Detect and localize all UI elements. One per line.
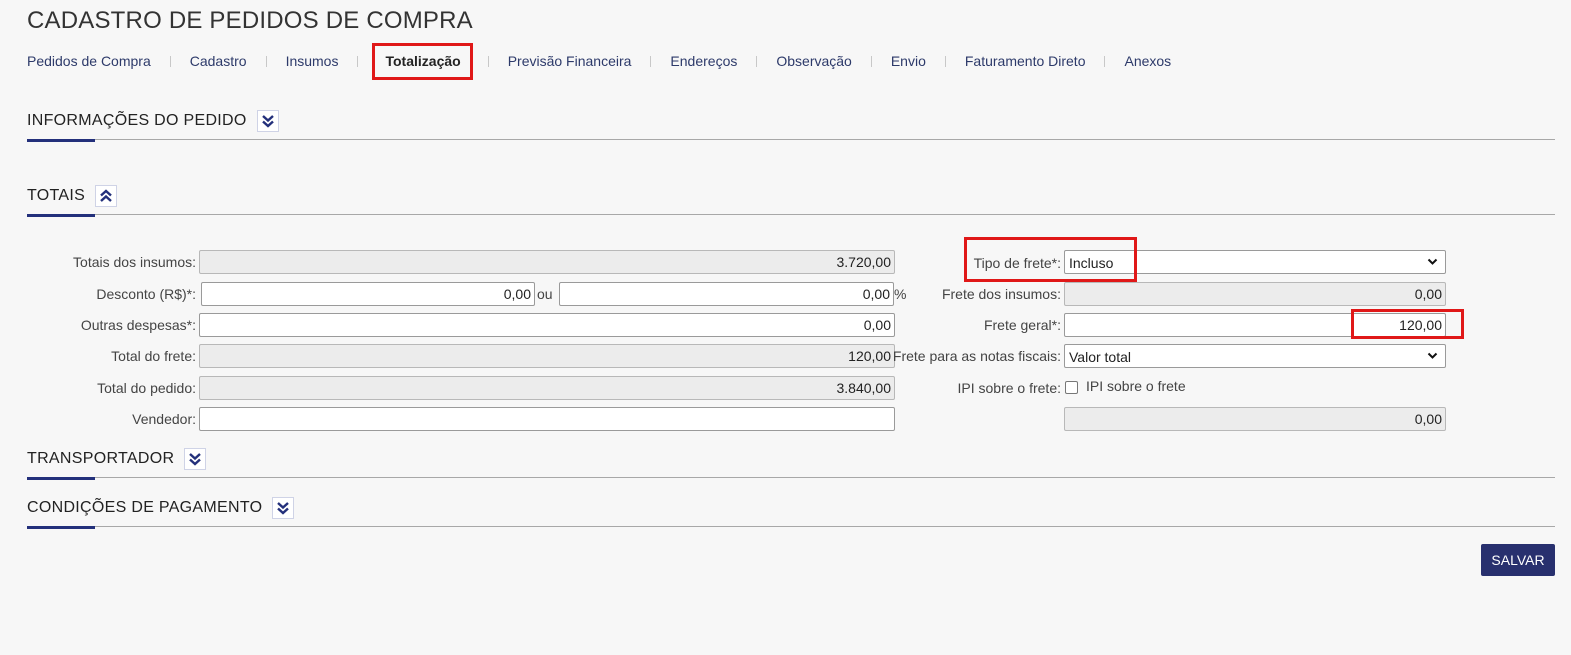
section-info-title: INFORMAÇÕES DO PEDIDO [27,112,247,129]
chevron-down-icon [1427,352,1438,359]
desconto-ou-text: ou [537,286,553,302]
frete-notas-label: Frete para as notas fiscais: [892,348,1061,364]
total-pedido-field: 3.840,00 [199,376,895,400]
save-button[interactable]: SALVAR [1481,544,1555,576]
collapse-totais-button[interactable] [95,185,118,207]
section-totais-header: TOTAIS [27,185,118,207]
page-title: CADASTRO DE PEDIDOS DE COMPRA [27,7,473,34]
tipo-frete-label: Tipo de frete*: [973,255,1061,271]
tab-separator [487,55,489,67]
frete-insumos-label: Frete dos insumos: [941,286,1061,302]
totais-insumos-field: 3.720,00 [199,250,895,274]
total-pedido-label: Total do pedido: [97,380,196,396]
expand-info-button[interactable] [256,110,279,132]
tab-cadastro[interactable]: Cadastro [190,53,247,69]
ipi-frete-checkbox[interactable] [1065,381,1078,394]
tab-bar: Pedidos de Compra Cadastro Insumos Total… [27,43,1171,80]
tab-faturamento-direto[interactable]: Faturamento Direto [965,53,1086,69]
section-pagamento-header: CONDIÇÕES DE PAGAMENTO [27,497,295,519]
chevron-double-down-icon [261,115,274,128]
tab-separator [169,55,171,67]
frete-notas-value: Valor total [1069,349,1131,365]
tab-totalizacao[interactable]: Totalização [372,43,473,80]
totais-insumos-label: Totais dos insumos: [73,254,196,270]
tab-insumos[interactable]: Insumos [286,53,339,69]
tab-separator [870,55,872,67]
chevron-double-up-icon [100,189,112,202]
total-frete-field: 120,00 [199,344,895,368]
desconto-label: Desconto (R$)*: [96,286,196,302]
frete-notas-select[interactable]: Valor total [1064,344,1446,368]
section-divider [27,477,1555,478]
desconto-input[interactable]: 0,00 [201,282,535,306]
chevron-double-down-icon [277,502,290,515]
tab-envio[interactable]: Envio [891,53,926,69]
tab-separator [944,55,946,67]
ipi-frete-value-field: 0,00 [1064,407,1446,431]
section-accent [27,214,95,217]
vendedor-label: Vendedor: [132,411,196,427]
tab-anexos[interactable]: Anexos [1124,53,1171,69]
tab-separator [357,55,359,67]
outras-despesas-label: Outras despesas*: [80,317,196,333]
percent-symbol: % [894,286,907,302]
tab-previsao-financeira[interactable]: Previsão Financeira [508,53,632,69]
section-accent [27,139,95,142]
tipo-frete-select[interactable]: Incluso [1064,250,1446,274]
frete-geral-input[interactable]: 120,00 [1064,313,1446,337]
tipo-frete-value: Incluso [1069,255,1114,271]
expand-transportador-button[interactable] [184,448,207,470]
tab-observacao[interactable]: Observação [776,53,851,69]
section-divider [27,526,1555,527]
frete-insumos-field: 0,00 [1064,282,1446,306]
section-accent [27,477,95,480]
section-info-header: INFORMAÇÕES DO PEDIDO [27,110,279,132]
section-pagamento-title: CONDIÇÕES DE PAGAMENTO [27,499,263,516]
tab-separator [756,55,758,67]
chevron-double-down-icon [189,453,202,466]
section-totais-title: TOTAIS [27,187,86,204]
vendedor-input[interactable] [199,407,895,431]
section-accent [27,526,95,529]
desconto-percent-input[interactable]: 0,00 [559,282,894,306]
frete-geral-label: Frete geral*: [983,317,1061,333]
tab-separator [1104,55,1106,67]
section-divider [27,214,1555,215]
section-transportador-header: TRANSPORTADOR [27,448,207,470]
tab-enderecos[interactable]: Endereços [670,53,737,69]
tab-pedidos-de-compra[interactable]: Pedidos de Compra [27,53,151,69]
outras-despesas-input[interactable]: 0,00 [199,313,895,337]
section-divider [27,139,1555,140]
tab-separator [265,55,267,67]
expand-pagamento-button[interactable] [272,497,295,519]
ipi-frete-checkbox-label: IPI sobre o frete [1086,378,1186,394]
ipi-frete-label: IPI sobre o frete: [957,380,1062,396]
section-transportador-title: TRANSPORTADOR [27,450,175,467]
total-frete-label: Total do frete: [111,348,196,364]
chevron-down-icon [1427,258,1438,265]
tab-separator [650,55,652,67]
